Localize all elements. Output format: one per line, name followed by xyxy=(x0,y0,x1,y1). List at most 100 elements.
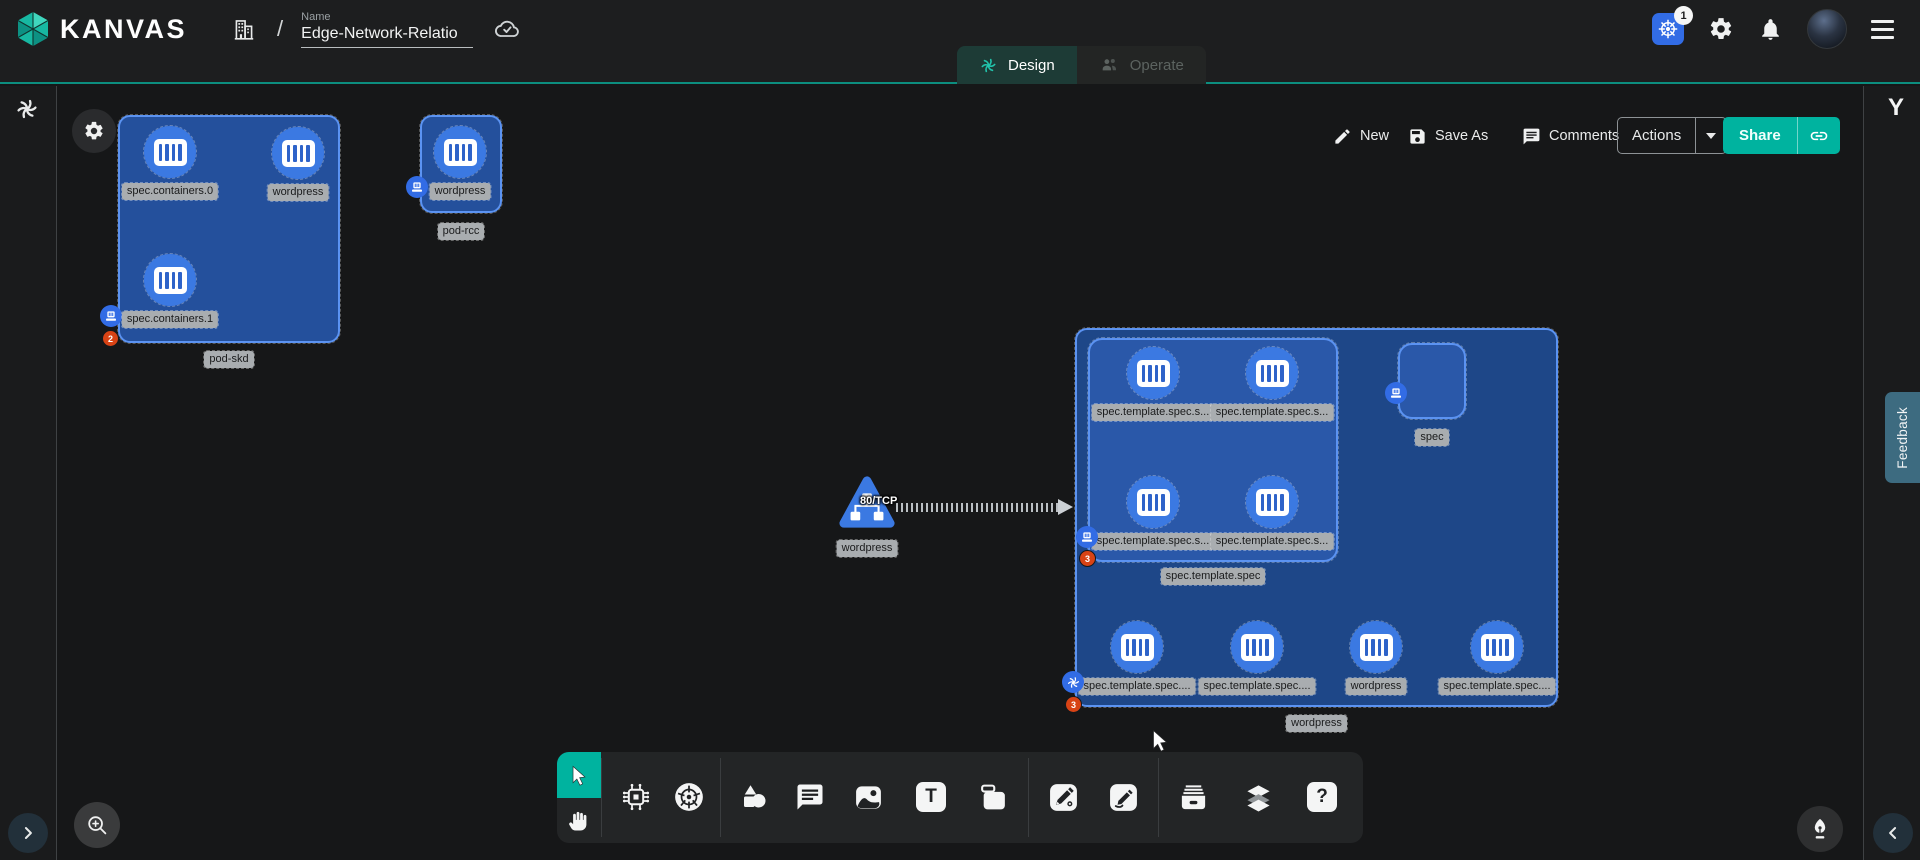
group-spec-template-spec[interactable] xyxy=(1088,338,1338,562)
container-node[interactable]: wordpress xyxy=(434,126,486,178)
container-node[interactable]: spec.template.spec.... xyxy=(1111,621,1163,673)
components-tool[interactable] xyxy=(614,775,658,819)
link-icon xyxy=(1809,126,1829,146)
comment-bubble-icon xyxy=(795,782,825,812)
container-label: spec.template.spec.... xyxy=(1079,678,1196,695)
shapes-icon xyxy=(739,782,769,812)
shapes-tool[interactable] xyxy=(732,775,776,819)
actions-split-button[interactable]: Actions xyxy=(1617,117,1727,154)
container-icon xyxy=(1137,489,1170,516)
container-icon xyxy=(1360,634,1393,661)
hamburger-menu-icon[interactable] xyxy=(1871,20,1894,39)
container-icon xyxy=(1481,634,1514,661)
magnifier-plus-icon xyxy=(85,813,109,837)
organization-icon[interactable] xyxy=(231,16,257,42)
breadcrumb-separator: / xyxy=(277,16,283,42)
container-icon xyxy=(444,139,477,166)
chevron-down-icon xyxy=(1706,133,1716,139)
user-avatar[interactable] xyxy=(1807,9,1847,49)
notifications-bell-icon[interactable] xyxy=(1758,17,1783,42)
layers-icon xyxy=(1243,782,1274,813)
freehand-tool[interactable] xyxy=(1101,775,1145,819)
container-node[interactable]: spec.template.spec.s... xyxy=(1246,476,1298,528)
save-as-button[interactable]: Save As xyxy=(1408,117,1488,155)
tab-operate[interactable]: Operate xyxy=(1077,46,1206,84)
container-icon xyxy=(1121,634,1154,661)
pod-badge-icon[interactable] xyxy=(1076,526,1098,548)
drawer-tool[interactable] xyxy=(1171,775,1215,819)
kanvas-logo[interactable]: KANVAS xyxy=(14,10,187,48)
pod-badge-icon[interactable] xyxy=(1385,382,1407,404)
node-spec[interactable] xyxy=(1398,343,1466,419)
deployment-count-badge: 3 xyxy=(1065,696,1082,713)
container-node[interactable]: spec.template.spec.s... xyxy=(1127,476,1179,528)
pod-badge-icon[interactable] xyxy=(100,305,122,327)
layers-tool[interactable] xyxy=(1236,775,1280,819)
container-node[interactable]: spec.containers.1 xyxy=(144,254,196,306)
design-name-field[interactable]: Name Edge-Network-Relatio xyxy=(301,11,473,48)
container-node[interactable]: spec.containers.0 xyxy=(144,126,196,178)
chevron-left-icon xyxy=(1883,823,1903,843)
deployment-badge-icon[interactable] xyxy=(1062,671,1084,693)
share-split-button[interactable]: Share xyxy=(1723,117,1840,154)
kubernetes-context-button[interactable]: 1 xyxy=(1652,13,1684,45)
container-node[interactable]: spec.template.spec.s... xyxy=(1246,347,1298,399)
text-tool[interactable]: T xyxy=(909,775,953,819)
container-label: spec.template.spec.... xyxy=(1199,678,1316,695)
feedback-tab[interactable]: Feedback xyxy=(1885,392,1920,483)
kubernetes-components-tool[interactable] xyxy=(667,775,711,819)
design-name-input[interactable]: Edge-Network-Relatio xyxy=(301,25,473,48)
expand-left-panel-button[interactable] xyxy=(8,813,48,853)
question-mark-icon: ? xyxy=(1307,782,1337,812)
container-label: spec.containers.0 xyxy=(122,183,218,200)
container-label: spec.template.spec.... xyxy=(1439,678,1556,695)
container-node[interactable]: spec.template.spec.... xyxy=(1471,621,1523,673)
comments-button[interactable]: Comments xyxy=(1522,117,1619,155)
frame-tool[interactable] xyxy=(971,775,1015,819)
container-icon xyxy=(154,267,187,294)
image-icon xyxy=(853,782,884,813)
settings-gear-icon[interactable] xyxy=(1708,16,1734,42)
container-icon xyxy=(1256,360,1289,387)
container-icon xyxy=(282,140,315,167)
new-label: New xyxy=(1360,128,1389,144)
pen-tool[interactable] xyxy=(1041,775,1085,819)
tab-design[interactable]: Design xyxy=(957,46,1077,84)
operate-people-icon xyxy=(1099,55,1120,76)
canvas-context-toolbar-button[interactable] xyxy=(72,109,116,153)
container-node[interactable]: wordpress xyxy=(272,127,324,179)
new-button[interactable]: New xyxy=(1333,117,1389,155)
zoom-button[interactable] xyxy=(74,802,120,848)
actions-dropdown-toggle[interactable] xyxy=(1695,118,1726,153)
select-tool[interactable] xyxy=(557,752,601,798)
comment-tool[interactable] xyxy=(788,775,832,819)
new-pencil-icon xyxy=(1333,127,1352,146)
text-icon: T xyxy=(916,782,946,812)
copy-link-button[interactable] xyxy=(1797,117,1840,154)
edge-service-to-deployment[interactable] xyxy=(896,503,1060,512)
group-pod-rcc-label: pod-rcc xyxy=(420,221,502,240)
media-tool[interactable] xyxy=(846,775,890,819)
pan-tool[interactable] xyxy=(557,798,601,843)
container-label: wordpress xyxy=(1346,678,1407,695)
help-tool[interactable]: ? xyxy=(1300,775,1344,819)
design-swirl-icon xyxy=(979,56,998,75)
collapse-right-panel-button[interactable] xyxy=(1873,813,1913,853)
kanvas-app: KANVAS / Name Edge-Network-Relatio 1 Des xyxy=(0,0,1920,860)
cursor-arrow-icon xyxy=(568,764,590,786)
container-icon xyxy=(1256,489,1289,516)
pod-badge-icon[interactable] xyxy=(406,176,428,198)
container-node[interactable]: spec.template.spec.s... xyxy=(1127,347,1179,399)
kubernetes-context-badge: 1 xyxy=(1674,6,1693,25)
tab-operate-label: Operate xyxy=(1130,57,1184,74)
container-icon xyxy=(154,139,187,166)
comment-icon xyxy=(1522,127,1541,146)
container-label: spec.template.spec.s... xyxy=(1092,404,1215,421)
meshery-swirl-icon[interactable] xyxy=(14,96,40,122)
share-label: Share xyxy=(1739,127,1781,144)
pen-mode-button[interactable] xyxy=(1797,806,1843,852)
container-node[interactable]: wordpress xyxy=(1350,621,1402,673)
container-node[interactable]: spec.template.spec.... xyxy=(1231,621,1283,673)
design-name-label: Name xyxy=(301,11,473,23)
container-label: spec.template.spec.s... xyxy=(1211,404,1334,421)
